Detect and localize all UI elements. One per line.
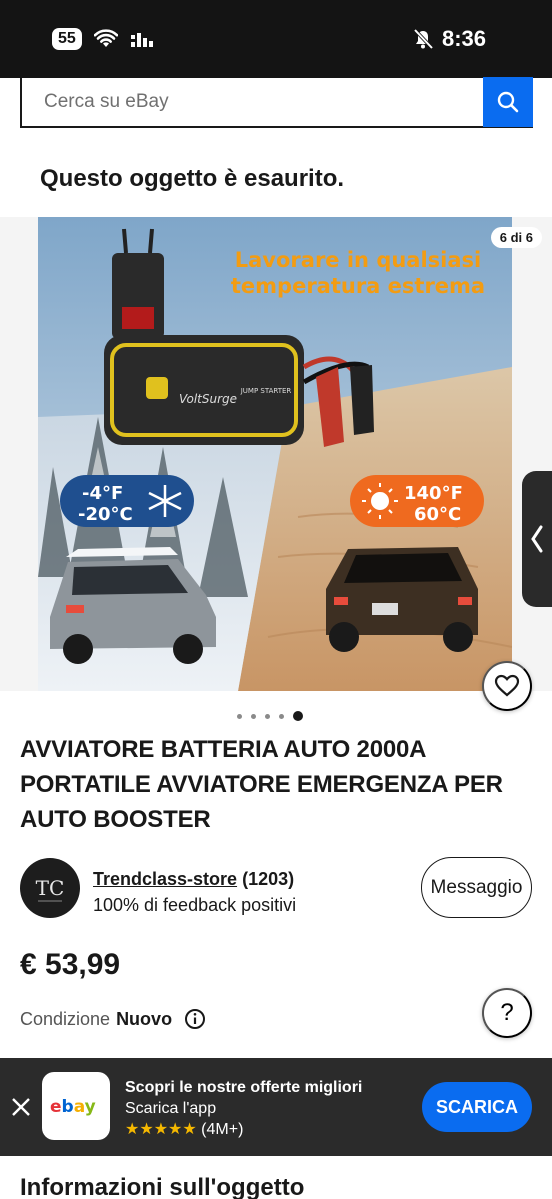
cold-celsius: -20°C	[78, 504, 133, 525]
seller-name-link[interactable]: Trendclass-store	[93, 869, 237, 889]
chevron-left-icon	[531, 525, 543, 553]
help-button[interactable]: ?	[482, 988, 532, 1038]
ebay-app-icon[interactable]: ebay	[42, 1072, 110, 1140]
seller-logo: TC	[36, 876, 65, 902]
info-icon[interactable]	[184, 1008, 206, 1030]
banner-subtitle: Scarica l'app	[125, 1100, 217, 1117]
svg-text:TC: TC	[36, 876, 65, 900]
signal-badge: 55	[52, 28, 82, 50]
watchlist-button[interactable]	[482, 661, 532, 711]
banner-title: Scopri le nostre offerte migliori	[125, 1079, 363, 1096]
search-input[interactable]	[22, 78, 483, 126]
image-counter: 6 di 6	[490, 227, 542, 248]
cold-fahrenheit: -4°F	[82, 483, 123, 504]
item-title: AVVIATORE BATTERIA AUTO 2000A PORTATILE …	[20, 736, 503, 833]
seller-avatar[interactable]: TC	[20, 858, 80, 918]
search-icon	[497, 91, 519, 113]
rating-stars: ★★★★★	[125, 1121, 197, 1138]
app-download-banner: ebay Scopri le nostre offerte migliori S…	[0, 1058, 552, 1156]
image-headline-2: temperatura estrema	[231, 274, 485, 298]
ebay-logo: ebay	[50, 1097, 96, 1117]
out-of-stock-notice: Questo oggetto è esaurito.	[40, 165, 345, 192]
status-bar: 55 8:36	[0, 0, 552, 78]
gallery-dot[interactable]	[279, 713, 284, 719]
gallery-dot[interactable]	[265, 713, 270, 719]
side-panel-handle[interactable]	[522, 471, 552, 607]
close-icon[interactable]	[10, 1096, 32, 1118]
condition-label: Condizione	[20, 1008, 111, 1029]
rating-count: (4M+)	[201, 1121, 244, 1138]
svg-text:ebay: ebay	[50, 1097, 96, 1117]
search-bar	[20, 77, 533, 128]
seller-feedback-count: (1203)	[242, 869, 295, 889]
banner-text: Scopri le nostre offerte migliori Scaric…	[125, 1077, 362, 1140]
gallery-dot[interactable]	[251, 713, 256, 719]
device-label: JUMP STARTER	[240, 387, 292, 395]
image-headline-1: Lavorare in qualsiasi	[235, 248, 481, 272]
heart-icon	[494, 674, 520, 697]
bell-muted-icon	[413, 28, 434, 50]
hot-celsius: 60°C	[414, 504, 461, 525]
product-image[interactable]: Lavorare in qualsiasi temperatura estrem…	[38, 217, 512, 691]
download-app-button[interactable]: SCARICA	[422, 1082, 532, 1132]
gallery-dot-active[interactable]	[293, 711, 303, 721]
gallery-dot[interactable]	[237, 713, 242, 719]
item-price: € 53,99	[20, 948, 121, 981]
gallery-dots	[237, 711, 303, 721]
clock: 8:36	[441, 26, 486, 51]
product-image-artwork: Lavorare in qualsiasi temperatura estrem…	[38, 217, 512, 691]
seller-feedback-percent: 100% di feedback positivi	[93, 895, 297, 915]
image-gallery[interactable]: Lavorare in qualsiasi temperatura estrem…	[0, 217, 552, 691]
seller-info: Trendclass-store (1203) 100% di feedback…	[93, 866, 296, 918]
item-info-heading: Informazioni sull'oggetto	[20, 1174, 305, 1199]
device-brand: VoltSurge	[179, 392, 237, 406]
status-right: 8:36	[412, 26, 486, 52]
search-button[interactable]	[483, 77, 533, 127]
wifi-icon	[93, 29, 118, 47]
hot-fahrenheit: 140°F	[404, 483, 463, 504]
condition-value: Nuovo	[116, 1008, 173, 1029]
status-left: 55	[52, 28, 156, 50]
cellular-signal-icon	[130, 33, 153, 47]
message-seller-button[interactable]: Messaggio	[421, 857, 532, 918]
condition-row: Condizione Nuovo	[20, 1008, 206, 1030]
